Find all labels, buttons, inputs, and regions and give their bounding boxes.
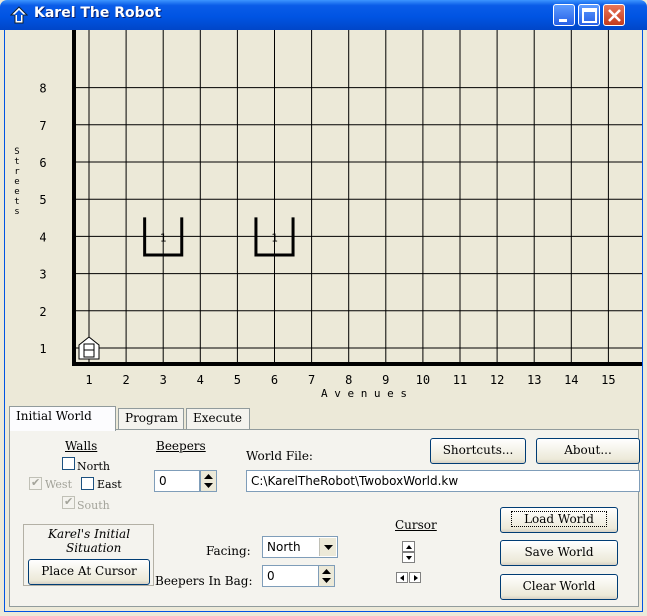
about-button[interactable]: About... bbox=[536, 438, 640, 464]
cursor-left-button[interactable] bbox=[396, 572, 408, 583]
check-icon: ✔ bbox=[31, 476, 41, 489]
street-number: 7 bbox=[39, 119, 46, 133]
cursor-down-button[interactable] bbox=[402, 552, 415, 563]
avenue-number: 7 bbox=[308, 373, 315, 387]
maximize-button[interactable] bbox=[578, 4, 600, 26]
street-number: 2 bbox=[39, 305, 46, 319]
world-grid[interactable]: 123456781 2 3 4 5 6 7 8 9 10 11 12 13 14 15StreetsA v … bbox=[5, 30, 642, 402]
initial-situation-title-line1: Karel's Initial bbox=[48, 527, 131, 541]
facing-value: North bbox=[267, 540, 301, 554]
place-at-cursor-button[interactable]: Place At Cursor bbox=[28, 559, 150, 585]
avenue-number: 15 bbox=[601, 373, 615, 387]
wall-west-label: West bbox=[45, 478, 72, 491]
street-number: 3 bbox=[39, 268, 46, 282]
avenue-number: 9 bbox=[382, 373, 389, 387]
streets-label-char: r bbox=[14, 167, 20, 177]
tab-execute[interactable]: Execute bbox=[186, 408, 250, 430]
cursor-right-button[interactable] bbox=[409, 572, 421, 583]
streets-label-char: e bbox=[14, 187, 19, 197]
wall-south-checkbox[interactable]: ✔ bbox=[62, 495, 75, 509]
streets-label-char: t bbox=[14, 157, 19, 167]
avenue-number: 8 bbox=[345, 373, 352, 387]
beepers-in-bag-label: Beepers In Bag: bbox=[155, 574, 253, 588]
street-number: 5 bbox=[39, 193, 46, 207]
street-number: 4 bbox=[39, 230, 46, 244]
spin-down-icon[interactable] bbox=[201, 481, 216, 491]
avenue-number: 6 bbox=[271, 373, 278, 387]
spin-up-icon[interactable] bbox=[201, 471, 216, 481]
avenue-number: 5 bbox=[234, 373, 241, 387]
arrow-down-icon bbox=[406, 556, 412, 560]
world-view[interactable]: 1 2 3 4 5 6 7 8 1 2 3 4 5 6 7 8 9 10 11 12 13 14 15 St r e e t s A v … bbox=[4, 30, 643, 402]
beepers-input[interactable]: 0 bbox=[154, 470, 200, 492]
street-number: 8 bbox=[39, 82, 46, 96]
avenues-label: A v e n u e s bbox=[321, 387, 407, 400]
clear-world-button[interactable]: Clear World bbox=[500, 574, 618, 600]
world-file-input[interactable]: C:\KarelTheRobot\TwoboxWorld.kw bbox=[246, 470, 640, 492]
beeper-count: 1 bbox=[271, 231, 278, 244]
beepers-in-bag-input[interactable]: 0 bbox=[262, 565, 319, 587]
tab-program[interactable]: Program bbox=[118, 408, 184, 430]
avenue-number: 14 bbox=[564, 373, 578, 387]
beepers-in-bag-spinner[interactable] bbox=[318, 565, 335, 587]
street-number: 6 bbox=[39, 156, 46, 170]
title-bar[interactable]: Karel The Robot bbox=[0, 0, 647, 30]
karel-window: Karel The Robot 1 2 3 4 5 6 7 8 1 2 3 4 5 6 7 8 9 10 11 12 1… bbox=[0, 0, 647, 616]
minimize-icon bbox=[559, 19, 567, 22]
minimize-button[interactable] bbox=[553, 4, 575, 26]
spin-up-icon[interactable] bbox=[319, 566, 334, 576]
streets-label-char: s bbox=[14, 207, 19, 217]
avenue-number: 11 bbox=[453, 373, 467, 387]
beeper-count: 1 bbox=[160, 231, 167, 244]
save-world-button[interactable]: Save World bbox=[500, 540, 618, 566]
facing-select[interactable]: North bbox=[262, 536, 338, 558]
spin-down-icon[interactable] bbox=[319, 576, 334, 586]
initial-situation-group: Karel's Initial Situation Place At Curso… bbox=[23, 524, 154, 586]
arrow-left-icon bbox=[400, 575, 404, 581]
wall-west-checkbox[interactable]: ✔ bbox=[29, 476, 42, 490]
load-world-button[interactable]: Load World bbox=[500, 507, 618, 533]
wall-east-checkbox[interactable] bbox=[81, 477, 94, 490]
maximize-icon bbox=[582, 8, 597, 23]
streets-label-char: e bbox=[14, 177, 19, 187]
house-arrow-icon bbox=[10, 6, 28, 24]
cursor-heading: Cursor bbox=[395, 518, 437, 532]
beepers-spinner[interactable] bbox=[200, 470, 217, 492]
avenue-number: 3 bbox=[160, 373, 167, 387]
initial-situation-title-line2: Situation bbox=[66, 541, 122, 555]
wall-north-checkbox[interactable] bbox=[62, 457, 75, 470]
close-icon bbox=[608, 9, 621, 22]
check-icon: ✔ bbox=[64, 495, 74, 508]
load-world-label: Load World bbox=[511, 511, 607, 527]
avenue-number: 10 bbox=[416, 373, 430, 387]
avenue-number: 13 bbox=[527, 373, 541, 387]
shortcuts-button[interactable]: Shortcuts... bbox=[430, 438, 526, 464]
walls-heading: Walls bbox=[65, 439, 98, 453]
control-panel: Initial World Program Execute Walls Nort… bbox=[4, 402, 643, 612]
world-file-label: World File: bbox=[246, 449, 313, 463]
wall-east-label: East bbox=[97, 478, 122, 491]
cursor-up-button[interactable] bbox=[402, 541, 415, 552]
arrow-right-icon bbox=[414, 575, 418, 581]
wall-south-label: South bbox=[77, 499, 110, 512]
avenue-number: 4 bbox=[197, 373, 204, 387]
avenue-number: 12 bbox=[490, 373, 504, 387]
avenue-number: 2 bbox=[122, 373, 129, 387]
streets-label-char: t bbox=[14, 197, 19, 207]
tab-initial-world[interactable]: Initial World bbox=[9, 406, 116, 431]
wall-north-label: North bbox=[77, 460, 111, 473]
close-button[interactable] bbox=[603, 4, 625, 26]
street-number: 1 bbox=[39, 342, 46, 356]
window-title: Karel The Robot bbox=[34, 5, 161, 21]
karel-robot-icon bbox=[78, 336, 100, 360]
dropdown-arrow-icon[interactable] bbox=[319, 538, 336, 556]
avenue-number: 1 bbox=[85, 373, 92, 387]
facing-label: Facing: bbox=[206, 544, 251, 558]
streets-label-char: S bbox=[14, 147, 19, 157]
beepers-heading: Beepers bbox=[156, 439, 206, 453]
initial-world-tab-body: Walls North ✔ West East ✔ South Beepers … bbox=[9, 429, 640, 607]
